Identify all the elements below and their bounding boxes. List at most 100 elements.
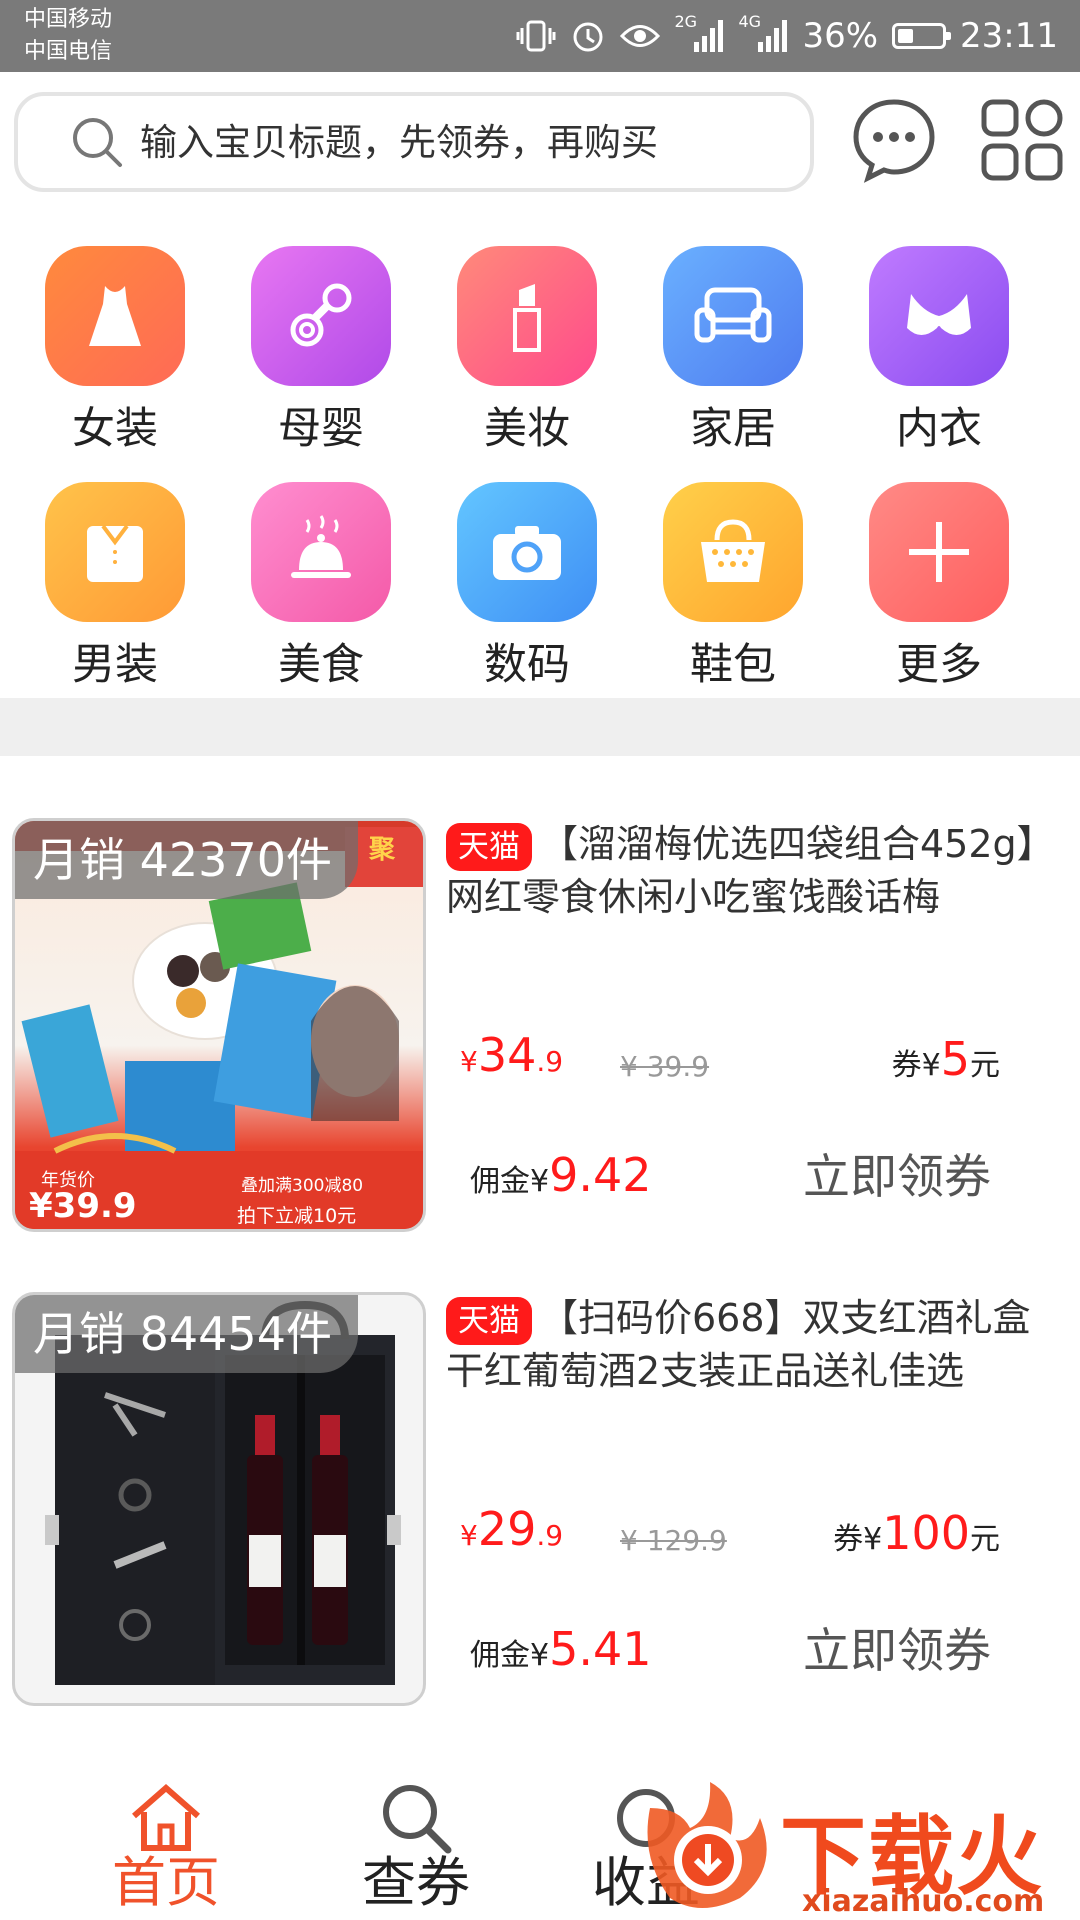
status-icons: 2G 4G 36% 23:11 (516, 12, 1058, 58)
alarm-icon (573, 22, 603, 52)
eye-icon (620, 25, 661, 47)
watermark-logo-icon (647, 1782, 767, 1908)
commission: 佣金¥5.41 (470, 1622, 652, 1676)
product-title[interactable]: 天猫 【扫码价668】双支红酒礼盒干红葡萄酒2支装正品送礼佳选 (446, 1292, 1066, 1397)
nav-coupon-search[interactable]: 查券 (336, 1778, 496, 1914)
status-bar: 中国移动 中国电信 2G 4G 36% 23:11 (0, 0, 1080, 72)
commission-label: 佣金¥ (470, 1164, 550, 1199)
claim-coupon-button[interactable]: 立即领券 (803, 1138, 991, 1207)
category-label: 美妆 (484, 404, 570, 454)
image-promo-instant: 拍下立减10元 (237, 1205, 357, 1227)
product-card[interactable]: 月销 84454件 天猫 【扫码价668】双支红酒礼盒干红葡萄酒2支装正品送礼佳选… (0, 1292, 1080, 1722)
original-price: ¥ 39.9 (620, 1050, 710, 1083)
search-bar[interactable] (14, 92, 814, 192)
category-baby[interactable]: 母婴 (218, 246, 424, 454)
category-label: 内衣 (896, 404, 982, 454)
sofa-icon (663, 246, 803, 386)
carrier-1: 中国移动 (24, 7, 113, 32)
handbag-icon (663, 482, 803, 622)
category-label: 女装 (72, 404, 158, 454)
category-beauty[interactable]: 美妆 (424, 246, 630, 454)
coupon-label: 券¥ (833, 1522, 883, 1557)
battery-icon (892, 23, 952, 49)
carrier-2: 中国电信 (24, 39, 113, 64)
apps-grid-button[interactable] (978, 96, 1066, 184)
category-bags[interactable]: 鞋包 (630, 482, 836, 690)
search-icon (383, 1785, 452, 1854)
price-decimal: .9 (536, 1045, 564, 1078)
food-cloche-icon (251, 482, 391, 622)
image-promo-discount: 叠加满300减80 (241, 1176, 364, 1196)
product-title[interactable]: 天猫 【溜溜梅优选四袋组合452g】网红零食休闲小吃蜜饯酸话梅 (446, 818, 1066, 923)
nav-home[interactable]: 首页 (86, 1778, 246, 1914)
category-label: 家居 (690, 404, 776, 454)
price-row: ¥29.9 ¥ 129.9 券¥100元 (460, 1502, 1060, 1572)
category-underwear[interactable]: 内衣 (836, 246, 1042, 454)
signal-2g-icon: 2G (674, 12, 724, 54)
tmall-badge: 天猫 (446, 822, 532, 871)
section-divider (0, 698, 1080, 756)
category-food[interactable]: 美食 (218, 482, 424, 690)
dress-icon (45, 246, 185, 386)
category-men[interactable]: 男装 (12, 482, 218, 690)
product-title-text: 【溜溜梅优选四袋组合452g】网红零食休闲小吃蜜饯酸话梅 (446, 822, 1055, 919)
watermark-url: xiazaihuo.com (802, 1884, 1045, 1919)
monthly-sales-tag: 月销 42370件 (15, 821, 358, 899)
battery-percent: 36% (802, 16, 879, 56)
product-image[interactable]: 聚 年货价 ¥39.9 叠加满300减80 拍下立减10元 月销 42370件 (12, 818, 426, 1232)
monthly-sales-tag: 月销 84454件 (15, 1295, 358, 1373)
image-promo-price: ¥39.9 (29, 1186, 137, 1226)
message-button[interactable] (850, 96, 938, 184)
category-label: 母婴 (278, 404, 364, 454)
commission-value: 5.41 (549, 1622, 652, 1676)
coupon-amount: 券¥5元 (892, 1032, 1000, 1086)
search-input[interactable] (138, 119, 782, 165)
product-image[interactable]: 月销 84454件 (12, 1292, 426, 1706)
bra-icon (869, 246, 1009, 386)
category-label: 男装 (72, 640, 158, 690)
search-icon (73, 118, 122, 167)
coupon-value: 5 (940, 1032, 970, 1086)
tmall-badge: 天猫 (446, 1296, 532, 1345)
coupon-label: 券¥ (891, 1048, 941, 1083)
apps-grid-icon (981, 99, 1063, 181)
price-integer: 34 (477, 1028, 537, 1082)
commission: 佣金¥9.42 (470, 1148, 652, 1202)
commission-label: 佣金¥ (470, 1638, 550, 1673)
plus-icon (869, 482, 1009, 622)
category-digital[interactable]: 数码 (424, 482, 630, 690)
clock: 23:11 (960, 16, 1058, 56)
category-label: 鞋包 (690, 640, 776, 690)
watermark: 下载火 xiazaihuo.com (630, 1778, 1080, 1920)
signal-4g-icon: 4G (738, 12, 788, 54)
chat-bubble-icon (853, 99, 935, 183)
price-currency: ¥ (460, 1045, 478, 1078)
home-icon (132, 1784, 200, 1851)
camera-icon (457, 482, 597, 622)
coupon-unit: 元 (970, 1522, 1000, 1557)
nav-label: 首页 (112, 1851, 220, 1914)
coupon-unit: 元 (970, 1048, 1000, 1083)
price-currency: ¥ (460, 1519, 478, 1552)
commission-value: 9.42 (549, 1148, 652, 1202)
product-title-text: 【扫码价668】双支红酒礼盒干红葡萄酒2支装正品送礼佳选 (446, 1296, 1031, 1393)
image-brand-badge: 聚 (368, 835, 395, 865)
price-row: ¥34.9 ¥ 39.9 券¥5元 (460, 1028, 1060, 1098)
pacifier-icon (251, 246, 391, 386)
shirt-icon (45, 482, 185, 622)
claim-coupon-button[interactable]: 立即领券 (803, 1612, 991, 1681)
coupon-value: 100 (882, 1506, 970, 1560)
category-more[interactable]: 更多 (836, 482, 1042, 690)
category-label: 更多 (896, 640, 982, 690)
category-label: 数码 (484, 640, 570, 690)
category-women[interactable]: 女装 (12, 246, 218, 454)
lipstick-icon (457, 246, 597, 386)
category-label: 美食 (278, 640, 364, 690)
category-home[interactable]: 家居 (630, 246, 836, 454)
original-price: ¥ 129.9 (620, 1524, 727, 1557)
vibrate-icon (516, 20, 556, 52)
price-decimal: .9 (536, 1519, 564, 1552)
price-integer: 29 (477, 1502, 537, 1556)
product-card[interactable]: 聚 年货价 ¥39.9 叠加满300减80 拍下立减10元 月销 42370件 … (0, 818, 1080, 1248)
nav-label: 查券 (362, 1851, 470, 1914)
